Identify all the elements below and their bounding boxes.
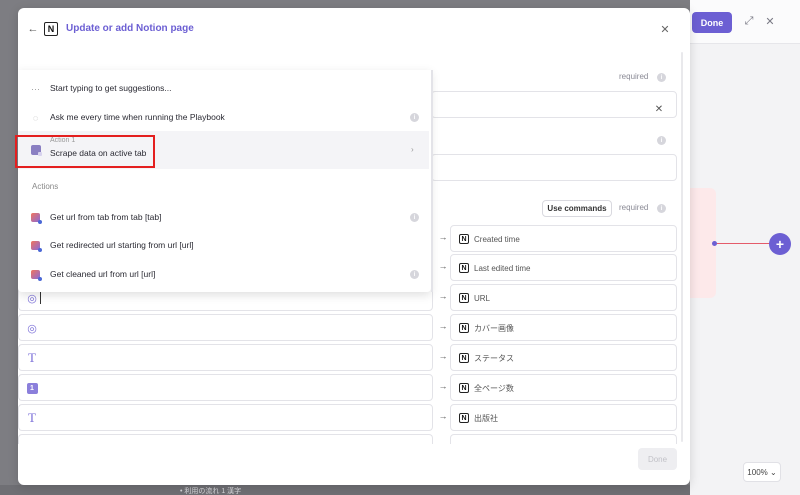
action-label: Get redirected url starting from url [ur…	[50, 240, 194, 250]
notion-property[interactable]: N Last edited time	[450, 254, 677, 281]
mapping-arrow-icon: →	[438, 261, 448, 271]
suggestions-dropdown: ··· Start typing to get suggestions... ◌…	[18, 70, 431, 292]
back-arrow-icon[interactable]: ←	[26, 22, 40, 36]
property-name: 全ページ数	[474, 384, 514, 393]
notion-icon: N	[459, 383, 469, 393]
number-icon: 1	[26, 382, 38, 394]
chat-bubble-icon: ◌	[32, 112, 39, 123]
info-icon: i	[657, 73, 666, 82]
use-commands-button[interactable]: Use commands	[542, 200, 612, 217]
hint-text: Start typing to get suggestions...	[50, 83, 172, 93]
mapping-arrow-icon: →	[438, 411, 448, 421]
notion-icon: N	[459, 234, 469, 244]
page-field[interactable]	[431, 154, 677, 181]
highlight-box	[15, 135, 155, 168]
info-icon: i	[657, 204, 666, 213]
dropdown-scrollbar[interactable]	[431, 70, 433, 292]
value-input[interactable]	[18, 434, 433, 444]
notion-icon: N	[459, 293, 469, 303]
ask-label: Ask me every time when running the Playb…	[50, 112, 225, 122]
text-icon: T	[28, 410, 36, 425]
globe-icon: ◎	[27, 292, 37, 305]
property-name: ステータス	[474, 354, 514, 363]
text-cursor	[40, 292, 41, 304]
connector-dot	[712, 241, 717, 246]
globe-icon: ◎	[27, 322, 37, 335]
mapping-arrow-icon: →	[438, 351, 448, 361]
close-icon[interactable]: ✕	[763, 14, 777, 28]
action-label: Get url from tab from tab [tab]	[50, 212, 162, 222]
property-name: URL	[474, 294, 491, 303]
property-mapping-row: 1 → N 全ページ数	[18, 374, 690, 402]
required-label: required	[619, 72, 649, 81]
workflow-canvas: Done ⤢ ✕ + 100% ⌄	[690, 0, 800, 495]
property-mapping-row: ◎ → N カバー画像	[18, 314, 690, 342]
notion-icon: N	[459, 413, 469, 423]
canvas-toolbar: Done ⤢ ✕	[690, 0, 800, 44]
notion-modal: ← N Update or add Notion page ✕ required…	[18, 8, 690, 485]
ellipsis-icon: ···	[31, 83, 40, 94]
notion-property[interactable]: N 出版社	[450, 404, 677, 431]
property-name: Created time	[474, 235, 520, 244]
notion-icon: N	[459, 323, 469, 333]
suggestion-hint: ··· Start typing to get suggestions...	[18, 74, 429, 102]
notion-property[interactable]: N カバー画像	[450, 314, 677, 341]
actions-section-title: Actions	[32, 182, 59, 191]
chevron-right-icon: ›	[411, 145, 414, 154]
action-label: Get cleaned url from url [url]	[50, 269, 156, 279]
notion-icon: N	[459, 263, 469, 273]
notion-property[interactable]: N URL	[450, 284, 677, 311]
info-icon: i	[657, 136, 666, 145]
action-option[interactable]: Get cleaned url from url [url] i	[18, 260, 429, 288]
mapping-arrow-icon: →	[438, 321, 448, 331]
notion-property[interactable]: N 全ページ数	[450, 374, 677, 401]
action-icon	[30, 269, 42, 281]
close-modal-icon[interactable]: ✕	[658, 22, 672, 36]
zoom-select[interactable]: 100% ⌄	[743, 462, 781, 482]
mapping-arrow-icon: →	[438, 381, 448, 391]
expand-icon[interactable]: ⤢	[742, 14, 756, 28]
top-done-button[interactable]: Done	[692, 12, 732, 33]
mapping-arrow-icon: →	[438, 291, 448, 301]
connector-line	[714, 243, 770, 244]
property-mapping-row: T → N ステータス	[18, 344, 690, 372]
property-name: カバー画像	[474, 324, 514, 333]
clear-icon[interactable]: ✕	[653, 103, 665, 115]
notion-logo-icon: N	[44, 22, 58, 36]
value-input[interactable]: T	[18, 404, 433, 431]
add-step-button[interactable]: +	[769, 233, 791, 255]
notion-property[interactable]: N ステータス	[450, 344, 677, 371]
action-option[interactable]: Get redirected url starting from url [ur…	[18, 231, 429, 259]
value-input[interactable]: T	[18, 344, 433, 371]
ask-option[interactable]: ◌ Ask me every time when running the Pla…	[18, 103, 429, 131]
value-input[interactable]: ◎	[18, 314, 433, 341]
text-icon: T	[28, 350, 36, 365]
value-input[interactable]: 1	[18, 374, 433, 401]
property-mapping-row: T → N 出版社	[18, 404, 690, 432]
background-text: • 利用の流れ 1 漢字	[180, 488, 242, 495]
zoom-value: 100%	[747, 467, 768, 477]
mapping-arrow-icon: →	[438, 232, 448, 242]
action-icon	[30, 212, 42, 224]
modal-title: Update or add Notion page	[66, 23, 194, 34]
info-icon: i	[410, 270, 419, 279]
notion-property[interactable]: N Created time	[450, 225, 677, 252]
action-icon	[30, 240, 42, 252]
database-field[interactable]	[431, 91, 677, 118]
required-label: required	[619, 203, 649, 212]
info-icon: i	[410, 113, 419, 122]
notion-icon: N	[459, 353, 469, 363]
action-option[interactable]: Get url from tab from tab [tab] i	[18, 203, 429, 231]
notion-property[interactable]	[450, 434, 677, 444]
property-name: 出版社	[474, 414, 498, 423]
property-name: Last edited time	[474, 264, 531, 273]
info-icon: i	[410, 213, 419, 222]
background-content: • 利用の流れ 1 漢字	[0, 485, 690, 495]
footer-done-button[interactable]: Done	[638, 448, 677, 470]
